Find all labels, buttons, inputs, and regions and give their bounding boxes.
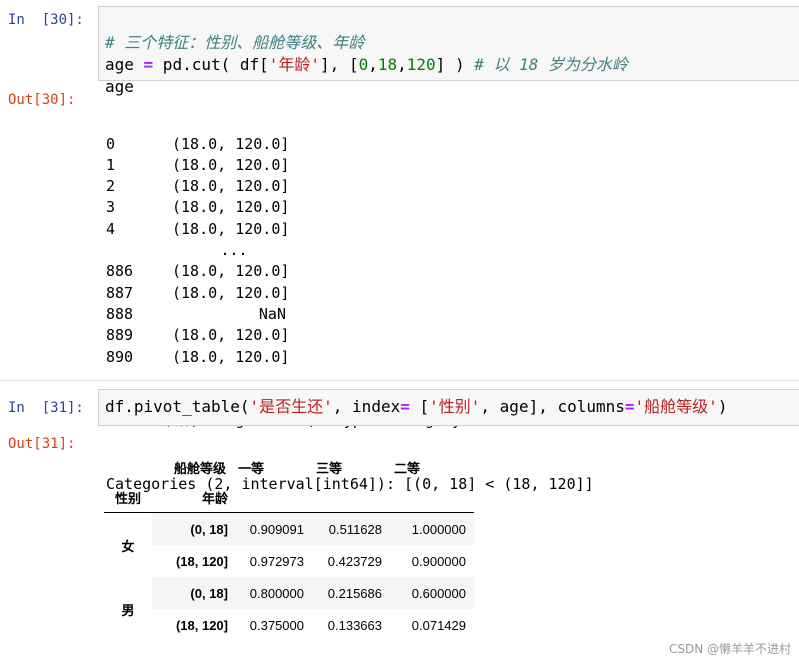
series-value: (18.0, 120.0] — [172, 283, 290, 302]
pivot-table: 船舱等级 一等 三等 二等 性别 年龄 女 (0, 18] 0.909091 0… — [104, 452, 474, 641]
series-row: 888 NaN — [106, 304, 594, 325]
series-index: 887 — [106, 283, 134, 302]
code-operator: = — [400, 397, 410, 416]
series-value: (18.0, 120.0] — [172, 347, 290, 366]
table-header-row: 船舱等级 一等 三等 二等 — [104, 452, 474, 482]
table-cell: 0.800000 — [249, 585, 304, 601]
row-index-level1: (0, 18] — [190, 521, 228, 537]
watermark: CSDN @懒羊羊不进村 — [668, 642, 791, 656]
series-value: (18.0, 120.0] — [172, 155, 290, 174]
code-input-31[interactable]: df.pivot_table('是否生还', index= ['性别', age… — [98, 389, 799, 426]
series-row: 886 (18.0, 120.0] — [106, 261, 594, 282]
series-index: 3 — [106, 198, 116, 217]
table-row: (18, 120] 0.972973 0.423729 0.900000 — [104, 545, 474, 577]
table-row: 男 (0, 18] 0.800000 0.215686 0.600000 — [104, 577, 474, 641]
code-token: , index — [332, 397, 401, 416]
code-token: age — [105, 55, 144, 74]
row-index-level1: (0, 18] — [190, 585, 228, 601]
table-cell: 0.600000 — [411, 585, 466, 601]
table-cell: 0.133663 — [327, 617, 382, 633]
series-index: 4 — [106, 219, 116, 238]
series-index: 890 — [106, 347, 134, 366]
series-row: 4 (18.0, 120.0] — [106, 219, 594, 240]
series-value: (18.0, 120.0] — [172, 326, 290, 345]
series-row: 0 (18.0, 120.0] — [106, 134, 594, 155]
series-index: 886 — [106, 262, 134, 281]
series-row: 2 (18.0, 120.0] — [106, 176, 594, 197]
series-value: (18.0, 120.0] — [172, 262, 290, 281]
code-string: '船舱等级' — [634, 397, 718, 416]
series-value: (18.0, 120.0] — [172, 134, 290, 153]
table-cell: 0.423729 — [327, 553, 382, 569]
input-prompt-30: In [30]: — [8, 12, 84, 28]
code-string: '是否生还' — [249, 397, 333, 416]
row-index-level1: (18, 120] — [175, 553, 228, 569]
code-token: ], [ — [320, 55, 359, 74]
series-row: ... — [106, 240, 594, 261]
row-index-level0: 女 — [104, 512, 152, 577]
code-token: [ — [409, 397, 430, 416]
table-cell: 0.900000 — [411, 553, 466, 569]
table-cell: 0.511628 — [328, 521, 382, 537]
code-number: 18 — [377, 55, 398, 74]
series-value: (18.0, 120.0] — [172, 177, 290, 196]
code-string: '性别' — [429, 397, 481, 416]
code-number: 120 — [406, 55, 436, 74]
index-name-level1: 年龄 — [201, 490, 228, 506]
table-cell: 0.071429 — [411, 617, 466, 633]
code-token: pd.cut( df[ — [153, 55, 269, 74]
series-index: 0 — [106, 134, 116, 153]
row-index-level1: (18, 120] — [175, 617, 228, 633]
code-token: ] ) — [435, 55, 475, 74]
row-index-level0: 男 — [104, 577, 152, 641]
series-row: 3 (18.0, 120.0] — [106, 197, 594, 218]
index-name-level0: 性别 — [114, 490, 141, 506]
column-header: 二等 — [394, 460, 421, 476]
output-prompt-30: Out[30]: — [8, 92, 76, 108]
series-row: 887 (18.0, 120.0] — [106, 283, 594, 304]
index-names-row: 性别 年龄 — [104, 482, 474, 513]
code-token: ) — [717, 397, 728, 416]
table-row: (18, 120] 0.375000 0.133663 0.071429 — [104, 609, 474, 641]
code-comment: # 以 18 岁为分水岭 — [474, 55, 629, 74]
table-cell: 0.215686 — [327, 585, 382, 601]
output-prompt-31: Out[31]: — [8, 436, 76, 452]
code-number: 0 — [358, 55, 369, 74]
series-value: NaN — [258, 304, 286, 323]
code-operator: = — [143, 55, 154, 74]
table-cell: 0.375000 — [249, 617, 304, 633]
code-token: , — [368, 55, 378, 74]
table-row: 女 (0, 18] 0.909091 0.511628 1.000000 — [104, 512, 474, 577]
table-cell: 1.000000 — [411, 521, 466, 537]
code-token: df.pivot_table( — [105, 397, 250, 416]
series-index: 1 — [106, 155, 116, 174]
code-comment: # 三个特征：性别、船舱等级、年龄 — [105, 33, 365, 52]
series-index: 888 — [106, 304, 134, 323]
code-token: , age], columns — [480, 397, 625, 416]
code-string: '年龄' — [268, 55, 321, 74]
code-operator: = — [624, 397, 635, 416]
series-row: 1 (18.0, 120.0] — [106, 155, 594, 176]
input-prompt-31: In [31]: — [8, 400, 84, 416]
series-index: 889 — [106, 326, 134, 345]
series-value: ... — [220, 241, 248, 260]
code-token: , — [397, 55, 407, 74]
series-row: 890 (18.0, 120.0] — [106, 347, 594, 368]
code-input-30[interactable]: # 三个特征：性别、船舱等级、年龄 age = pd.cut( df['年龄']… — [98, 6, 799, 96]
series-index — [106, 240, 172, 261]
series-value: (18.0, 120.0] — [172, 219, 290, 238]
table-cell: 0.909091 — [249, 521, 304, 537]
columns-name: 船舱等级 — [173, 460, 226, 476]
column-header: 一等 — [238, 460, 265, 476]
series-row: 889 (18.0, 120.0] — [106, 325, 594, 346]
cell-divider — [0, 380, 799, 381]
series-value: (18.0, 120.0] — [172, 198, 290, 217]
table-cell: 0.972973 — [249, 553, 304, 569]
series-index: 2 — [106, 177, 116, 196]
column-header: 三等 — [316, 460, 343, 476]
